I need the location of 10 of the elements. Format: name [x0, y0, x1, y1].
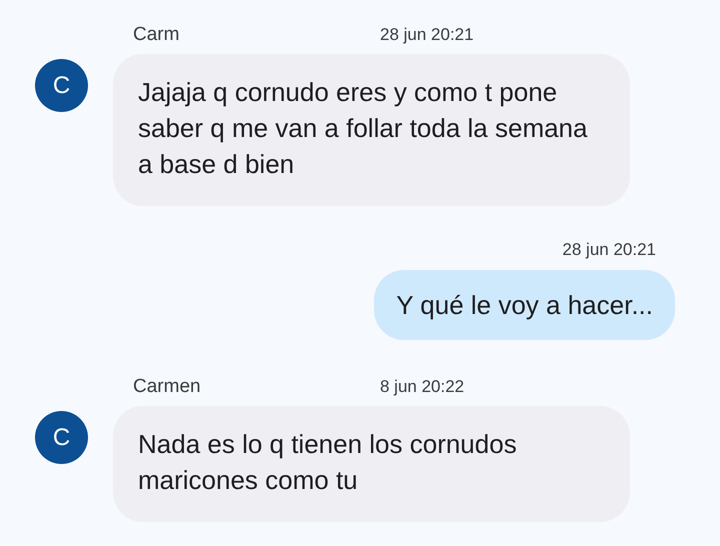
sender-name: Carmen	[133, 376, 202, 398]
message-bubble: Jajaja q cornudo eres y como t pone saber q me van a follar toda la semana a base d bien	[113, 54, 630, 206]
avatar[interactable]: C	[35, 411, 88, 464]
sender-name: Carm	[133, 24, 180, 46]
avatar[interactable]: C	[35, 59, 88, 112]
message-bubble: Y qué le voy a hacer...	[374, 270, 675, 340]
message-time: 28 jun 20:21	[380, 25, 474, 45]
message-time: 28 jun 20:21	[562, 240, 656, 260]
message-bubble: Nada es lo q tienen los cornudos maricones como tu	[113, 406, 630, 522]
message-time: 8 jun 20:22	[380, 377, 464, 397]
